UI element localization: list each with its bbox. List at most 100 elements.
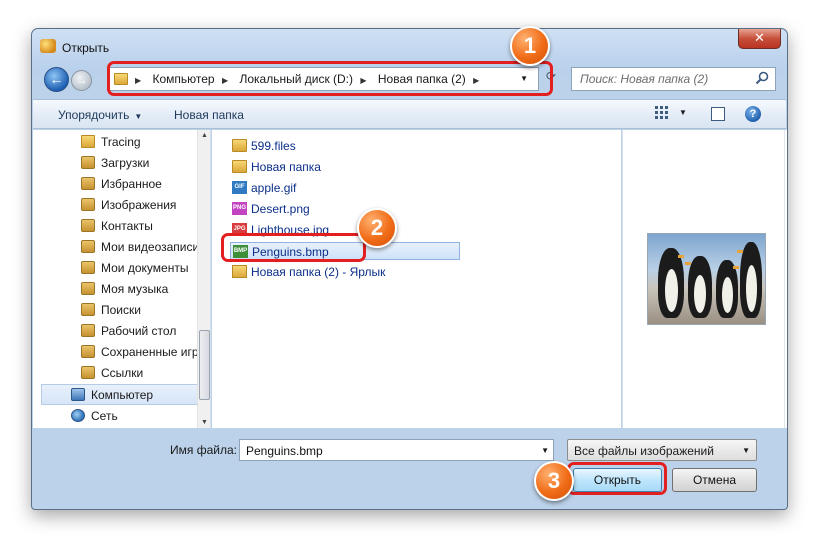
folder-icon bbox=[232, 139, 247, 152]
forward-button[interactable]: → bbox=[71, 70, 92, 91]
links-icon bbox=[81, 366, 95, 379]
nav-item-label: Контакты bbox=[101, 219, 153, 233]
folder-icon bbox=[232, 160, 247, 173]
nav-item-label: Моя музыка bbox=[101, 282, 169, 296]
filename-combobox[interactable]: ▼ bbox=[239, 439, 554, 461]
preview-pane bbox=[622, 130, 787, 428]
penguins-thumbnail bbox=[647, 233, 766, 325]
search-input[interactable] bbox=[578, 71, 748, 87]
file-type-value: Все файлы изображений bbox=[574, 444, 714, 458]
file-name: Desert.png bbox=[251, 202, 310, 216]
scroll-thumb[interactable] bbox=[199, 330, 210, 400]
nav-item-label: Ссылки bbox=[101, 366, 144, 380]
nav-item-label: Избранное bbox=[101, 177, 162, 191]
cancel-button[interactable]: Отмена bbox=[672, 468, 757, 492]
nav-item-pictures[interactable]: Изображения bbox=[33, 195, 193, 216]
nav-item-tracing[interactable]: Tracing bbox=[33, 132, 193, 153]
organize-button[interactable]: Упорядочить ▼ bbox=[58, 108, 142, 122]
music-icon bbox=[81, 282, 95, 295]
back-arrow-icon: ← bbox=[49, 71, 64, 87]
file-name: apple.gif bbox=[251, 181, 297, 195]
nav-item-desktop[interactable]: Рабочий стол bbox=[33, 321, 193, 342]
command-bar: Упорядочить ▼ Новая папка ▼ ? bbox=[33, 99, 786, 129]
network-icon bbox=[71, 409, 85, 422]
nav-item-contacts[interactable]: Контакты bbox=[33, 216, 193, 237]
file-name: Новая папка bbox=[251, 160, 321, 174]
nav-item-links[interactable]: Ссылки bbox=[33, 363, 193, 384]
nav-item-computer[interactable]: Компьютер bbox=[41, 384, 201, 405]
contacts-icon bbox=[81, 219, 95, 232]
list-item[interactable]: Новая папка bbox=[230, 158, 470, 176]
list-item[interactable]: GIF apple.gif bbox=[230, 179, 470, 197]
open-dialog-window: Открыть ✕ ← → ▶ Компьютер ▶ Локальный ди… bbox=[31, 28, 788, 510]
shortcut-icon bbox=[232, 265, 247, 278]
pictures-icon bbox=[81, 198, 95, 211]
gif-file-icon: GIF bbox=[232, 181, 247, 194]
nav-item-label: Сеть bbox=[91, 409, 118, 423]
nav-item-downloads[interactable]: Загрузки bbox=[33, 153, 193, 174]
nav-item-videos[interactable]: Мои видеозаписи bbox=[33, 237, 199, 258]
file-highlight-frame bbox=[221, 233, 366, 262]
address-highlight-frame bbox=[107, 61, 553, 96]
scroll-up-icon[interactable]: ▲ bbox=[201, 132, 208, 139]
chevron-down-icon[interactable]: ▼ bbox=[679, 108, 687, 117]
favorites-icon bbox=[81, 177, 95, 190]
navigation-pane[interactable]: Tracing Загрузки Избранное Изображения К… bbox=[33, 130, 211, 428]
list-item[interactable]: Новая папка (2) - Ярлык bbox=[230, 263, 470, 281]
nav-item-music[interactable]: Моя музыка bbox=[33, 279, 193, 300]
list-item[interactable]: 599.files bbox=[230, 137, 470, 155]
title-bar[interactable]: Открыть ✕ bbox=[32, 29, 787, 59]
nav-item-label: Мои видеозаписи bbox=[101, 240, 200, 254]
documents-icon bbox=[81, 261, 95, 274]
nav-item-label: Tracing bbox=[101, 135, 141, 149]
nav-item-documents[interactable]: Мои документы bbox=[33, 258, 193, 279]
nav-item-label: Мои документы bbox=[101, 261, 189, 275]
nav-item-label: Загрузки bbox=[101, 156, 150, 170]
png-file-icon: PNG bbox=[232, 202, 247, 215]
desktop-icon bbox=[81, 324, 95, 337]
close-button[interactable]: ✕ bbox=[738, 29, 781, 49]
back-button[interactable]: ← bbox=[44, 67, 69, 92]
list-item[interactable]: PNG Desert.png bbox=[230, 200, 470, 218]
app-icon bbox=[40, 39, 56, 53]
preview-pane-icon[interactable] bbox=[711, 107, 725, 121]
downloads-icon bbox=[81, 156, 95, 169]
penguin-shape bbox=[685, 256, 712, 318]
searches-icon bbox=[81, 303, 95, 316]
nav-item-searches[interactable]: Поиски bbox=[33, 300, 193, 321]
saved-games-icon bbox=[81, 345, 95, 358]
nav-item-label: Изображения bbox=[101, 198, 177, 212]
forward-arrow-icon: → bbox=[75, 73, 88, 87]
nav-item-favorites[interactable]: Избранное bbox=[33, 174, 193, 195]
step-badge-1: 1 bbox=[510, 26, 550, 66]
file-name: 599.files bbox=[251, 139, 296, 153]
nav-item-label: Компьютер bbox=[91, 388, 154, 402]
nav-item-saved-games[interactable]: Сохраненные игр bbox=[33, 342, 199, 363]
organize-label: Упорядочить bbox=[58, 108, 130, 122]
videos-icon bbox=[81, 240, 95, 253]
open-button-highlight-frame bbox=[567, 462, 667, 495]
divider bbox=[784, 130, 785, 428]
search-icon[interactable] bbox=[755, 71, 769, 85]
chevron-down-icon: ▼ bbox=[134, 112, 143, 121]
chevron-down-icon[interactable]: ▼ bbox=[541, 446, 549, 455]
nav-scrollbar[interactable]: ▲ ▼ bbox=[197, 130, 210, 428]
nav-item-network[interactable]: Сеть bbox=[33, 406, 193, 427]
nav-item-label: Рабочий стол bbox=[101, 324, 177, 338]
nav-item-label: Поиски bbox=[101, 303, 141, 317]
views-icon[interactable] bbox=[655, 106, 669, 120]
chevron-down-icon: ▼ bbox=[742, 446, 750, 455]
step-badge-2: 2 bbox=[357, 208, 397, 248]
computer-icon bbox=[71, 388, 85, 401]
file-name: Новая папка (2) - Ярлык bbox=[251, 265, 386, 279]
file-type-select[interactable]: Все файлы изображений ▼ bbox=[567, 439, 757, 461]
new-folder-button[interactable]: Новая папка bbox=[174, 108, 244, 122]
window-title: Открыть bbox=[62, 41, 110, 55]
scroll-down-icon[interactable]: ▼ bbox=[201, 419, 208, 426]
search-box[interactable] bbox=[571, 67, 776, 91]
file-list[interactable]: 599.files Новая папка GIF apple.gif PNG … bbox=[212, 130, 621, 428]
nav-item-label: Сохраненные игр bbox=[101, 345, 199, 359]
filename-field[interactable] bbox=[244, 443, 534, 459]
help-icon[interactable]: ? bbox=[745, 106, 761, 122]
step-badge-3: 3 bbox=[534, 461, 574, 501]
